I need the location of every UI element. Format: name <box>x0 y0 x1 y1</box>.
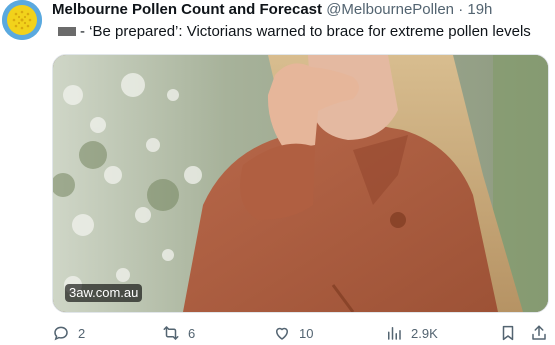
separator-dot: · <box>458 1 464 18</box>
tweet-text: - ‘Be prepared’: Victorians warned to br… <box>52 22 549 42</box>
share-upload-icon <box>532 325 546 340</box>
bookmark-button[interactable] <box>499 323 517 343</box>
tweet-media-image[interactable]: 3aw.com.au <box>52 54 549 313</box>
photo-woman-in-jacket <box>53 55 548 312</box>
like-count: 10 <box>299 325 314 341</box>
retweet-arrows-icon <box>163 326 179 340</box>
yellow-flower-avatar-icon <box>2 0 42 40</box>
heart-icon <box>276 327 288 340</box>
tweet-header: Melbourne Pollen Count and Forecast @Mel… <box>52 1 545 19</box>
share-button[interactable] <box>530 323 548 343</box>
reply-count: 2 <box>78 325 86 341</box>
profile-avatar[interactable] <box>2 0 42 40</box>
bar-chart-icon <box>388 327 401 340</box>
retweet-button[interactable]: 6 <box>162 323 195 343</box>
speech-bubble-icon <box>54 326 68 341</box>
media-source-badge[interactable]: 3aw.com.au <box>65 284 143 302</box>
bookmark-icon <box>502 325 514 341</box>
like-button[interactable]: 10 <box>273 323 313 343</box>
reply-button[interactable]: 2 <box>52 323 85 343</box>
flag-icon <box>58 26 76 36</box>
timestamp[interactable]: 19h <box>467 1 492 18</box>
view-count: 2.9K <box>411 325 438 341</box>
display-name[interactable]: Melbourne Pollen Count and Forecast <box>52 1 322 18</box>
views-button[interactable]: 2.9K <box>385 323 438 343</box>
tweet-body: - ‘Be prepared’: Victorians warned to br… <box>80 23 531 40</box>
tweet-actions: 2 6 10 2.9K <box>52 323 547 345</box>
user-handle[interactable]: @MelbournePollen <box>326 1 454 18</box>
retweet-count: 6 <box>188 325 196 341</box>
